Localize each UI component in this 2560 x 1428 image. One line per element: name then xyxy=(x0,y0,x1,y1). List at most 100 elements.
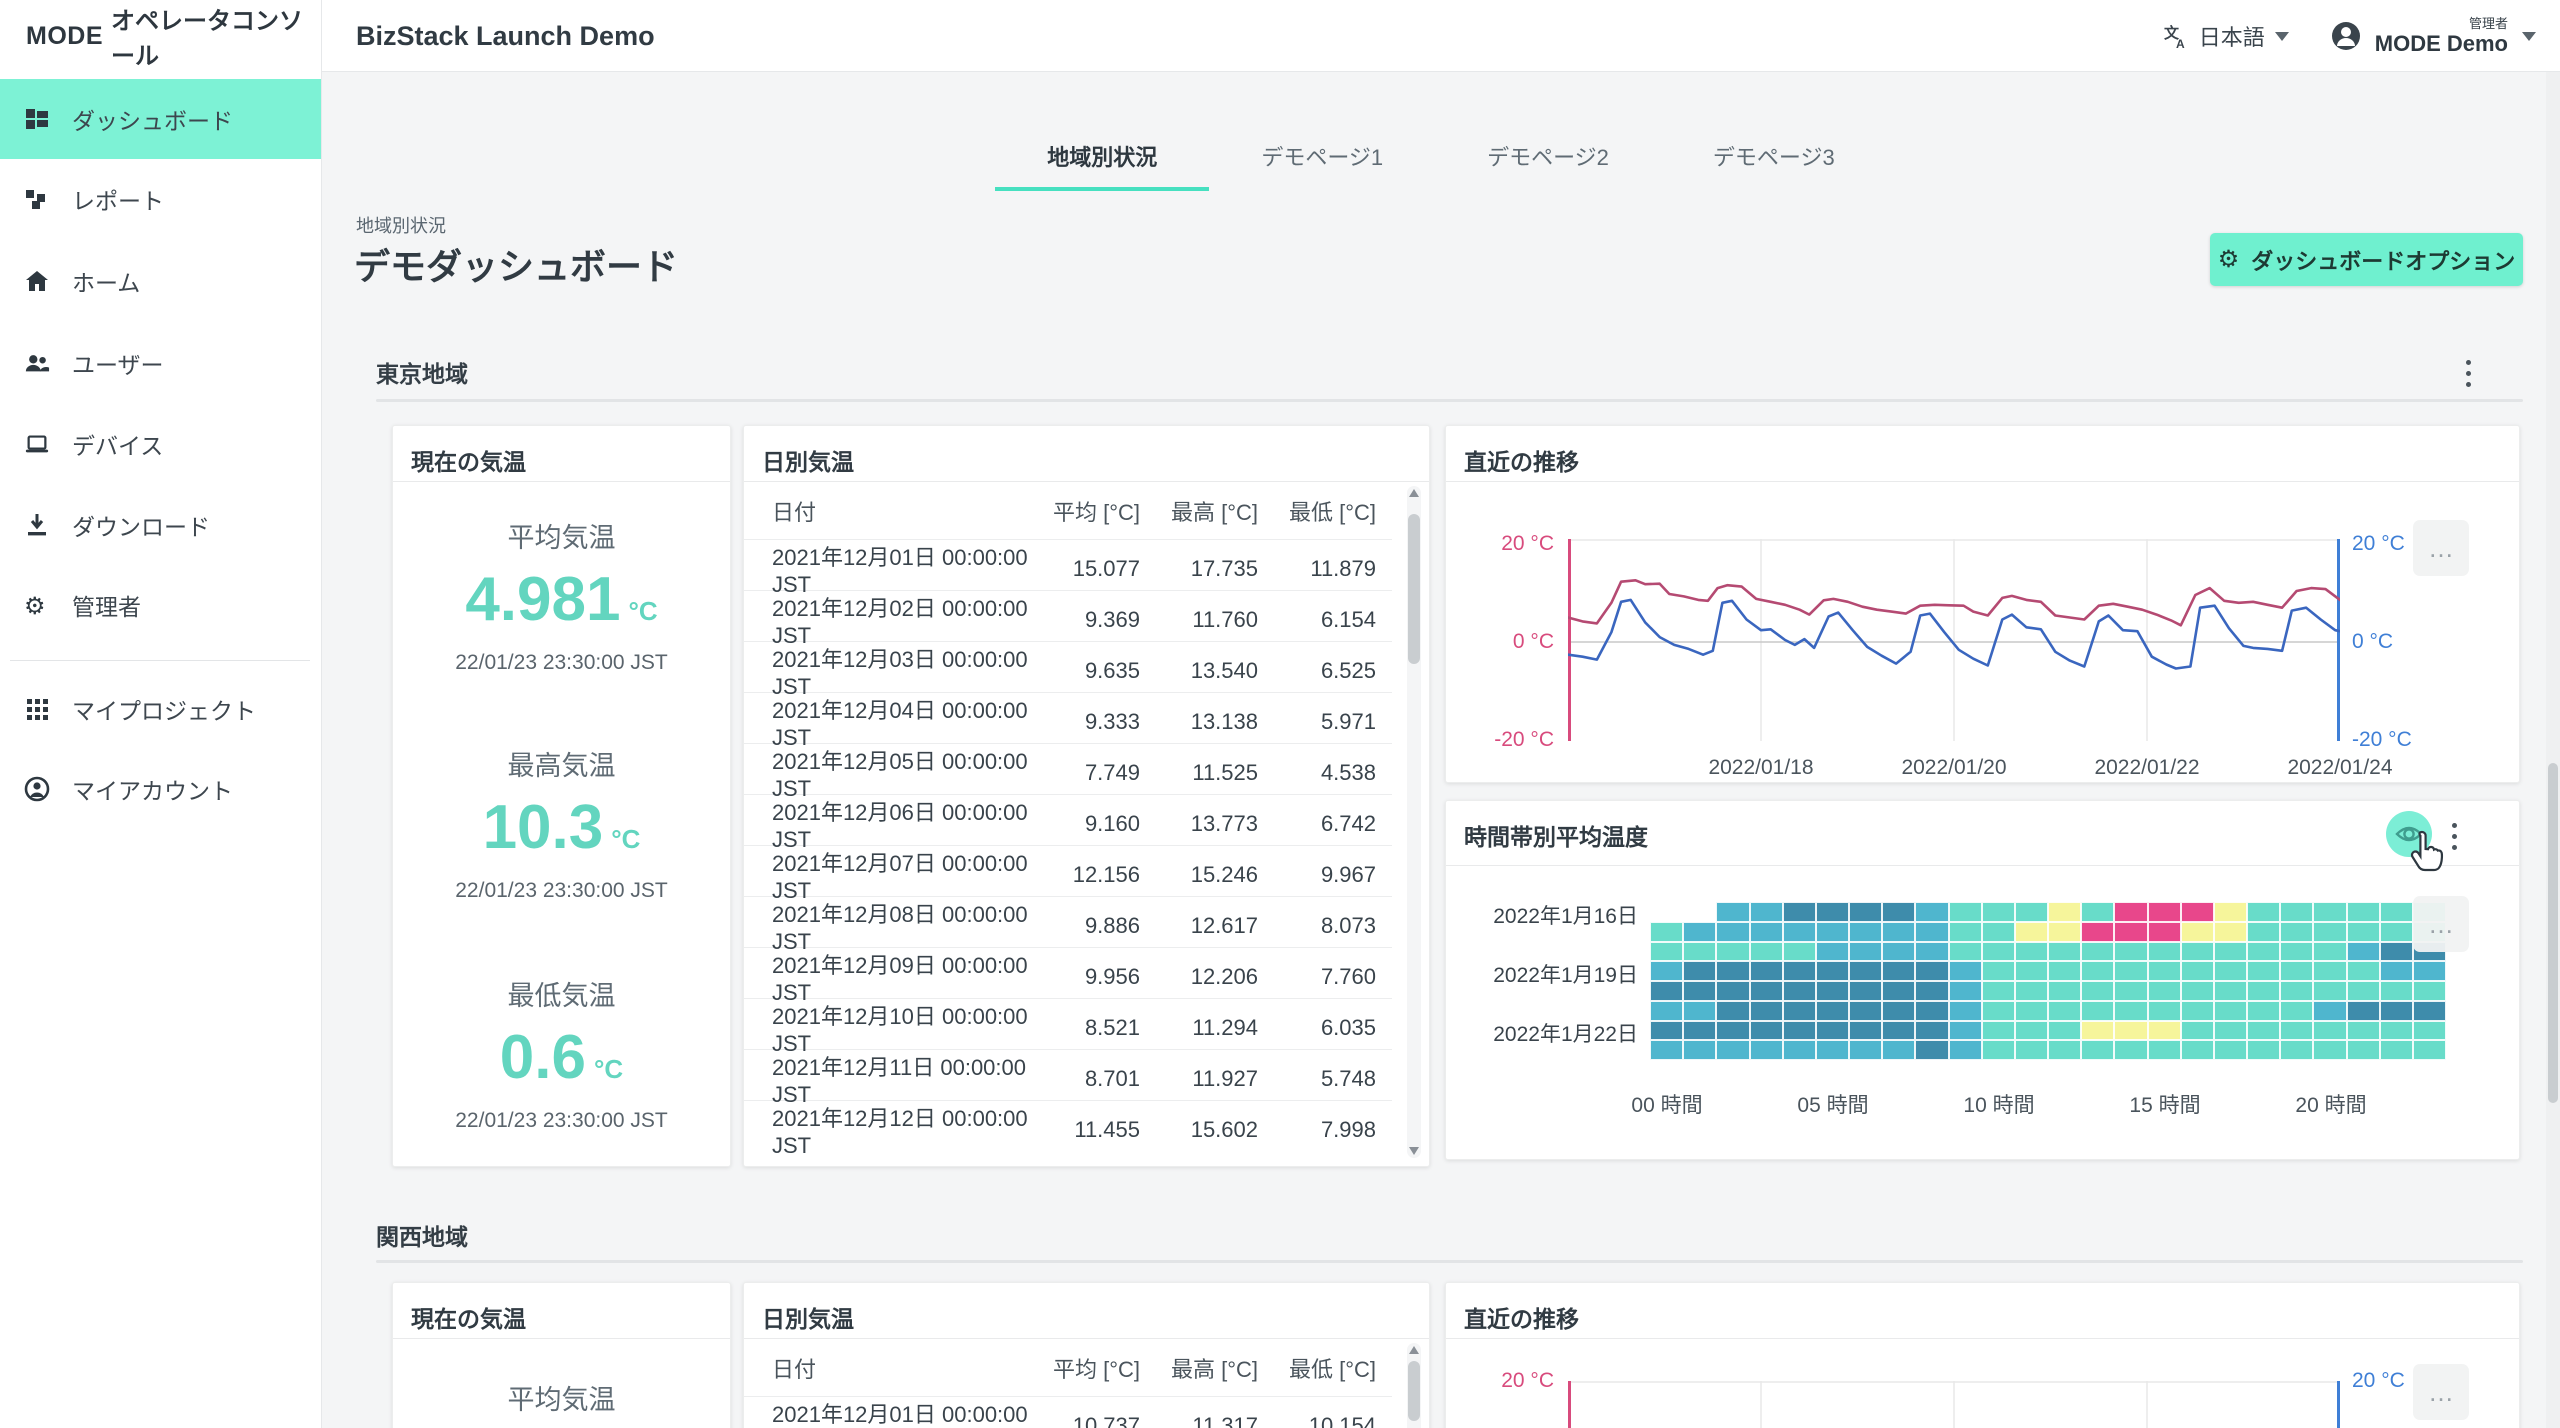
heatmap-cell[interactable] xyxy=(2347,922,2380,942)
heatmap-cell[interactable] xyxy=(2380,981,2413,1001)
heatmap-cell[interactable] xyxy=(1816,1001,1849,1021)
heatmap-cell[interactable] xyxy=(2148,1001,2181,1021)
heatmap-cell[interactable] xyxy=(2347,1021,2380,1041)
heatmap-cell[interactable] xyxy=(2148,922,2181,942)
heatmap-cell[interactable] xyxy=(2148,981,2181,1001)
heatmap-cell[interactable] xyxy=(1650,1040,1683,1060)
table-row[interactable]: 2021年12月12日 00:00:00 JST11.45515.6027.99… xyxy=(744,1100,1392,1151)
heatmap-cell[interactable] xyxy=(2081,961,2114,981)
heatmap-cell[interactable] xyxy=(2214,1001,2247,1021)
heatmap-cell[interactable] xyxy=(1750,961,1783,981)
heatmap-cell[interactable] xyxy=(2181,922,2214,942)
table-row[interactable]: 2021年12月03日 00:00:00 JST9.63513.5406.525 xyxy=(744,641,1392,692)
heatmap-cell[interactable] xyxy=(2247,1021,2280,1041)
heatmap-cell[interactable] xyxy=(1849,1040,1882,1060)
heatmap-cell[interactable] xyxy=(1949,922,1982,942)
heatmap-cell[interactable] xyxy=(2214,902,2247,922)
table-scrollbar[interactable] xyxy=(1407,1343,1421,1428)
heatmap-cell[interactable] xyxy=(2048,1001,2081,1021)
heatmap-cell[interactable] xyxy=(2148,902,2181,922)
heatmap-cell[interactable] xyxy=(1750,1040,1783,1060)
sidebar-item-account[interactable]: マイアカウント xyxy=(0,749,321,829)
heatmap-cell[interactable] xyxy=(1882,902,1915,922)
heatmap-cell[interactable] xyxy=(2247,1001,2280,1021)
heatmap-cell[interactable] xyxy=(2347,1001,2380,1021)
heatmap-cell[interactable] xyxy=(1683,1001,1716,1021)
dashboard-options-button[interactable]: ⚙ ダッシュボードオプション xyxy=(2210,233,2523,286)
heatmap-cell[interactable] xyxy=(1650,981,1683,1001)
scroll-up-icon[interactable] xyxy=(1409,489,1419,497)
table-row[interactable]: 2021年12月10日 00:00:00 JST8.52111.2946.035 xyxy=(744,998,1392,1049)
sidebar-item-report[interactable]: レポート xyxy=(0,159,321,239)
heatmap-cell[interactable] xyxy=(2214,922,2247,942)
heatmap-cell[interactable] xyxy=(2280,942,2313,962)
heatmap-cell[interactable] xyxy=(1982,961,2015,981)
heatmap-cell[interactable] xyxy=(2247,902,2280,922)
heatmap-cell[interactable] xyxy=(1716,922,1749,942)
heatmap-cell[interactable] xyxy=(1915,902,1948,922)
heatmap-cell[interactable] xyxy=(2081,1001,2114,1021)
heatmap-cell[interactable] xyxy=(2380,961,2413,981)
heatmap-cell[interactable] xyxy=(1982,1001,2015,1021)
scroll-up-icon[interactable] xyxy=(1409,1346,1419,1354)
heatmap-cell[interactable] xyxy=(2048,961,2081,981)
heatmap-cell[interactable] xyxy=(2280,902,2313,922)
heatmap-cell[interactable] xyxy=(1882,1001,1915,1021)
heatmap-cell[interactable] xyxy=(1816,942,1849,962)
heatmap-cell[interactable] xyxy=(1915,942,1948,962)
heatmap-cell[interactable] xyxy=(2048,981,2081,1001)
heatmap-cell[interactable] xyxy=(2181,902,2214,922)
heatmap-cell[interactable] xyxy=(2280,1021,2313,1041)
heatmap-cell[interactable] xyxy=(2347,981,2380,1001)
heatmap-cell[interactable] xyxy=(2015,902,2048,922)
heatmap-cell[interactable] xyxy=(1849,922,1882,942)
heatmap-cell[interactable] xyxy=(1882,961,1915,981)
sidebar-item-users[interactable]: ユーザー xyxy=(0,323,321,403)
table-row[interactable]: 2021年12月04日 00:00:00 JST9.33313.1385.971 xyxy=(744,692,1392,743)
heatmap-cell[interactable] xyxy=(2081,922,2114,942)
heatmap-cell[interactable] xyxy=(2114,1001,2147,1021)
heatmap-cell[interactable] xyxy=(2048,1040,2081,1060)
heatmap-cell[interactable] xyxy=(1949,961,1982,981)
heatmap-cell[interactable] xyxy=(2247,922,2280,942)
heatmap-cell[interactable] xyxy=(1783,922,1816,942)
table-row[interactable]: 2021年12月01日 00:00:00 JST15.07717.73511.8… xyxy=(744,539,1392,590)
heatmap-cell[interactable] xyxy=(2015,961,2048,981)
heatmap-cell[interactable] xyxy=(2148,942,2181,962)
heatmap-cell[interactable] xyxy=(1915,1001,1948,1021)
heatmap-cell[interactable] xyxy=(1816,922,1849,942)
heatmap-cell[interactable] xyxy=(1816,902,1849,922)
heatmap-cell[interactable] xyxy=(2015,922,2048,942)
sidebar-item-admin[interactable]: ⚙管理者 xyxy=(0,565,321,645)
heatmap-cell[interactable] xyxy=(1816,1040,1849,1060)
heatmap-cell[interactable] xyxy=(2313,1021,2346,1041)
heatmap-cell[interactable] xyxy=(1716,1001,1749,1021)
heatmap-cell[interactable] xyxy=(2313,1040,2346,1060)
heatmap-cell[interactable] xyxy=(2347,1040,2380,1060)
heatmap-cell[interactable] xyxy=(2081,1021,2114,1041)
heatmap-cell[interactable] xyxy=(1750,942,1783,962)
card-menu-kebab-icon[interactable] xyxy=(2452,823,2458,850)
heatmap-cell[interactable] xyxy=(1915,1040,1948,1060)
heatmap-cell[interactable] xyxy=(1716,961,1749,981)
heatmap-cell[interactable] xyxy=(2114,961,2147,981)
tab-3[interactable]: デモページ2 xyxy=(1435,125,1661,191)
table-row[interactable]: 2021年12月07日 00:00:00 JST12.15615.2469.96… xyxy=(744,845,1392,896)
heatmap-cell[interactable] xyxy=(2214,961,2247,981)
heatmap-cell[interactable] xyxy=(2081,981,2114,1001)
heatmap-cell[interactable] xyxy=(2247,961,2280,981)
heatmap-cell[interactable] xyxy=(2380,942,2413,962)
heatmap-cell[interactable] xyxy=(1716,1040,1749,1060)
heatmap-cell[interactable] xyxy=(2413,981,2446,1001)
heatmap-cell[interactable] xyxy=(1783,1021,1816,1041)
heatmap-cell[interactable] xyxy=(1882,1021,1915,1041)
heatmap-cell[interactable] xyxy=(2181,981,2214,1001)
heatmap-cell[interactable] xyxy=(1915,1021,1948,1041)
table-row[interactable]: 2021年12月01日 00:00:00 JST10.73711.31710.1… xyxy=(744,1396,1392,1428)
heatmap-cell[interactable] xyxy=(2313,942,2346,962)
table-row[interactable]: 2021年12月08日 00:00:00 JST9.88612.6178.073 xyxy=(744,896,1392,947)
heatmap-cell[interactable] xyxy=(2048,1021,2081,1041)
table-scrollbar[interactable] xyxy=(1407,486,1421,1158)
tab-2[interactable]: デモページ1 xyxy=(1209,125,1435,191)
heatmap-cell[interactable] xyxy=(2313,902,2346,922)
